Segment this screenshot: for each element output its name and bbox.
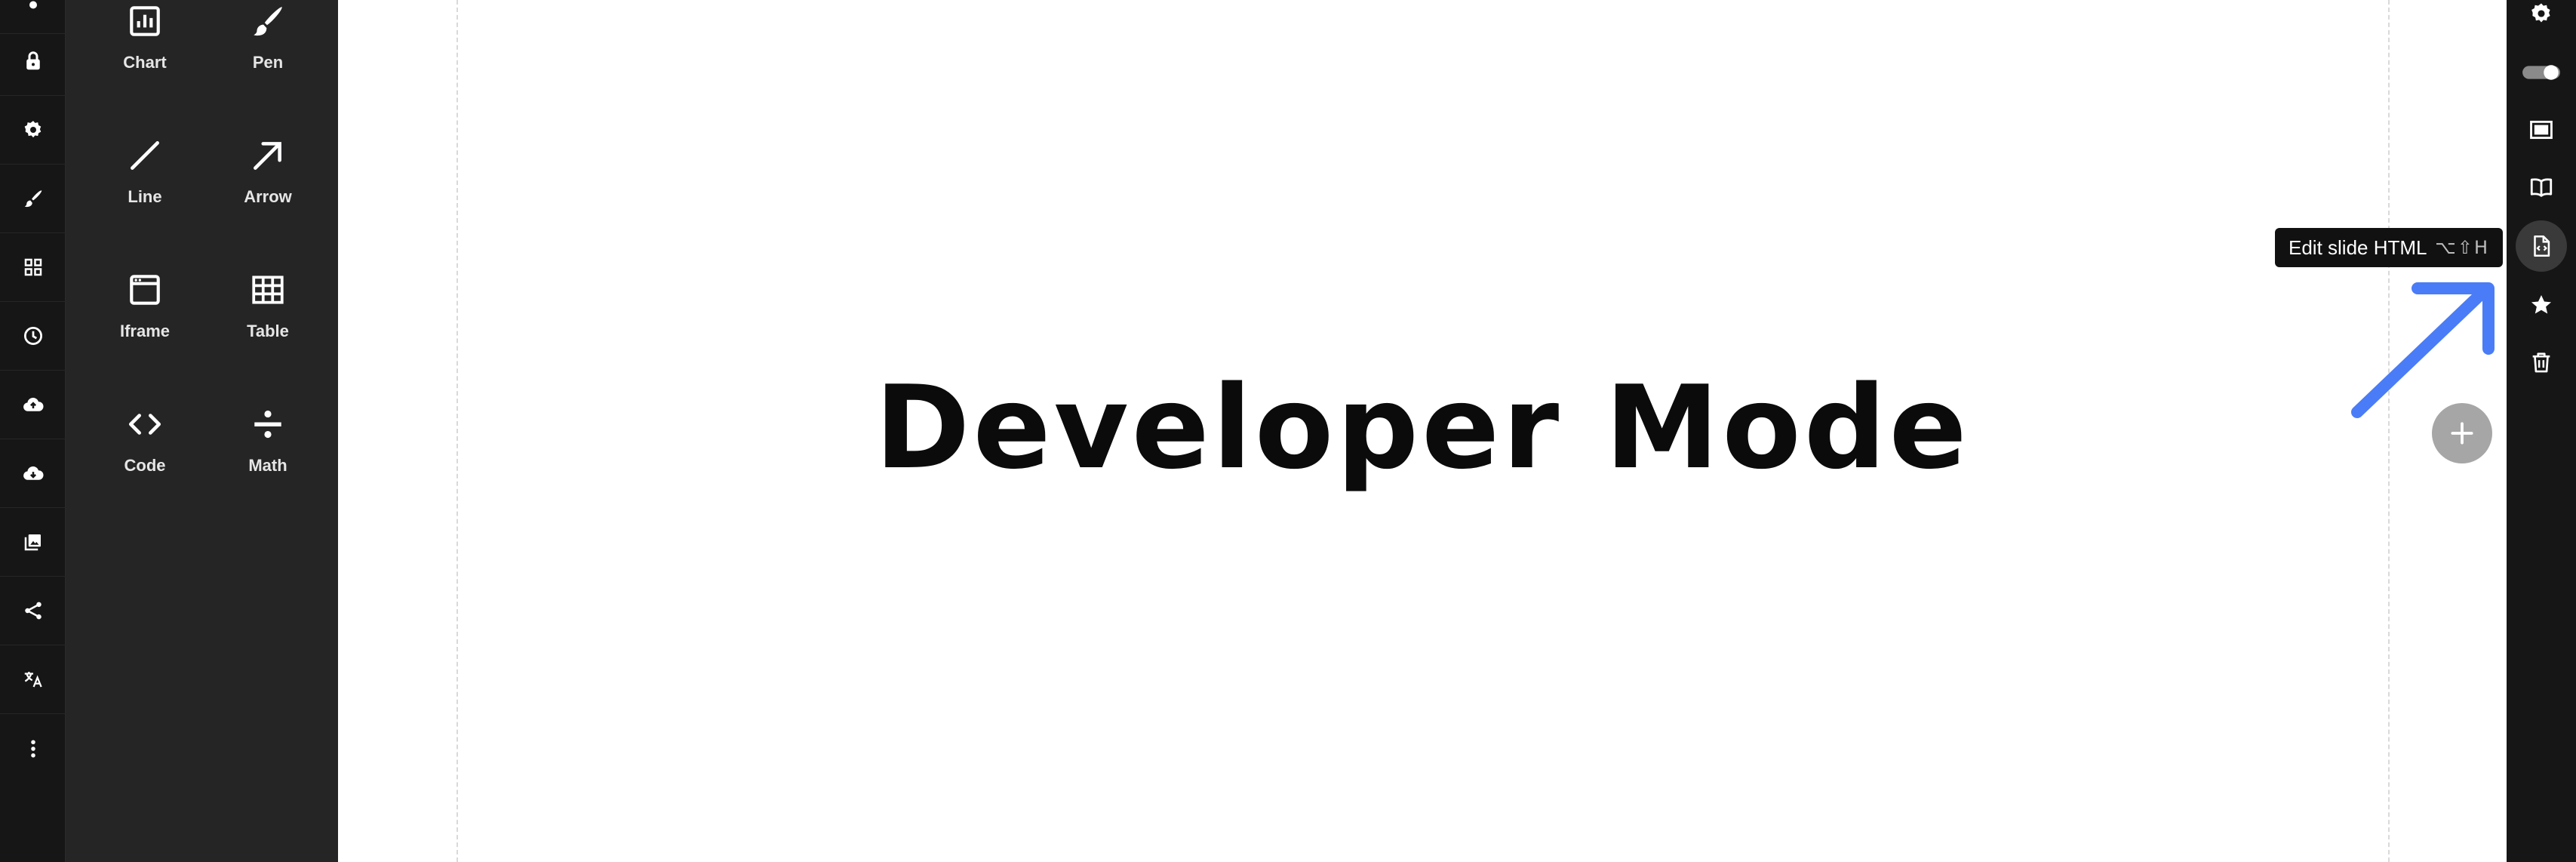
tooltip-shortcut: ⌥⇧H [2435, 237, 2489, 258]
toggle-icon [2522, 65, 2560, 80]
rail-upload-button[interactable] [0, 371, 66, 439]
edit-html-tooltip: Edit slide HTML ⌥⇧H [2275, 228, 2503, 267]
rail-share-button[interactable] [0, 577, 66, 645]
cloud-download-icon [23, 466, 44, 480]
slide-settings-button[interactable] [2516, 0, 2567, 39]
tool-math[interactable]: Math [207, 403, 328, 524]
delete-slide-button[interactable] [2516, 337, 2567, 388]
slide-canvas[interactable]: Developer Mode [338, 0, 2507, 862]
frame-icon [2530, 120, 2553, 140]
partial-icon [29, 1, 37, 9]
toggle-button[interactable] [2516, 47, 2567, 98]
favorite-button[interactable] [2516, 279, 2567, 331]
translate-icon [24, 672, 42, 688]
rail-brush-button[interactable] [0, 165, 66, 233]
tool-iframe[interactable]: Iframe [85, 269, 205, 389]
trash-icon [2532, 352, 2550, 373]
gear-icon [24, 121, 41, 138]
tool-arrow[interactable]: Arrow [207, 134, 328, 255]
tool-table[interactable]: Table [207, 269, 328, 389]
rail-history-button[interactable] [0, 302, 66, 371]
notes-button[interactable] [2516, 162, 2567, 213]
plus-icon [2451, 422, 2473, 445]
right-icon-rail [2507, 0, 2576, 862]
chart-icon [130, 6, 160, 36]
rail-settings-button[interactable] [0, 96, 66, 165]
tool-line[interactable]: Line [85, 134, 205, 255]
clock-icon [23, 327, 42, 345]
rail-more-button[interactable] [0, 714, 66, 783]
tooltip-text: Edit slide HTML [2289, 236, 2427, 259]
tool-label: Iframe [119, 322, 171, 340]
brush-icon [24, 190, 41, 208]
table-icon [252, 276, 284, 304]
insert-tools-palette: Chart Pen Line Arrow Iframe Table Code M… [66, 0, 338, 862]
cloud-upload-icon [23, 397, 44, 411]
rail-translate-button[interactable] [0, 645, 66, 714]
pointer-arrow-annotation [2351, 282, 2495, 418]
star-icon [2531, 294, 2552, 314]
code-icon [128, 414, 161, 435]
iframe-icon [130, 275, 160, 305]
tool-code[interactable]: Code [85, 403, 205, 524]
tool-label: Line [128, 187, 162, 206]
line-icon [131, 141, 159, 170]
left-icon-rail [0, 0, 66, 862]
tool-label: Chart [123, 53, 167, 72]
slide-title[interactable]: Developer Mode [338, 361, 2507, 494]
tool-label: Arrow [244, 187, 292, 206]
images-icon [24, 534, 41, 551]
rail-lock-button[interactable] [0, 27, 66, 96]
code-file-icon [2534, 235, 2550, 257]
book-icon [2530, 178, 2553, 197]
edit-slide-html-button[interactable] [2516, 220, 2567, 272]
more-vertical-icon [30, 740, 35, 757]
pen-icon [254, 7, 282, 36]
divide-icon [254, 410, 281, 439]
gear-icon [2531, 3, 2550, 23]
rail-grid-button[interactable] [0, 233, 66, 302]
tool-label: Math [248, 456, 287, 475]
rail-media-button[interactable] [0, 508, 66, 577]
lock-icon [26, 51, 40, 70]
frame-button[interactable] [2516, 104, 2567, 155]
rail-download-button[interactable] [0, 439, 66, 508]
tool-label: Pen [252, 53, 284, 72]
tool-pen[interactable]: Pen [207, 0, 328, 121]
grid-icon [24, 258, 41, 276]
tool-label: Code [124, 456, 166, 475]
tool-chart[interactable]: Chart [85, 0, 205, 121]
share-icon [24, 602, 41, 620]
arrow-icon [254, 142, 281, 170]
tool-label: Table [247, 322, 289, 340]
